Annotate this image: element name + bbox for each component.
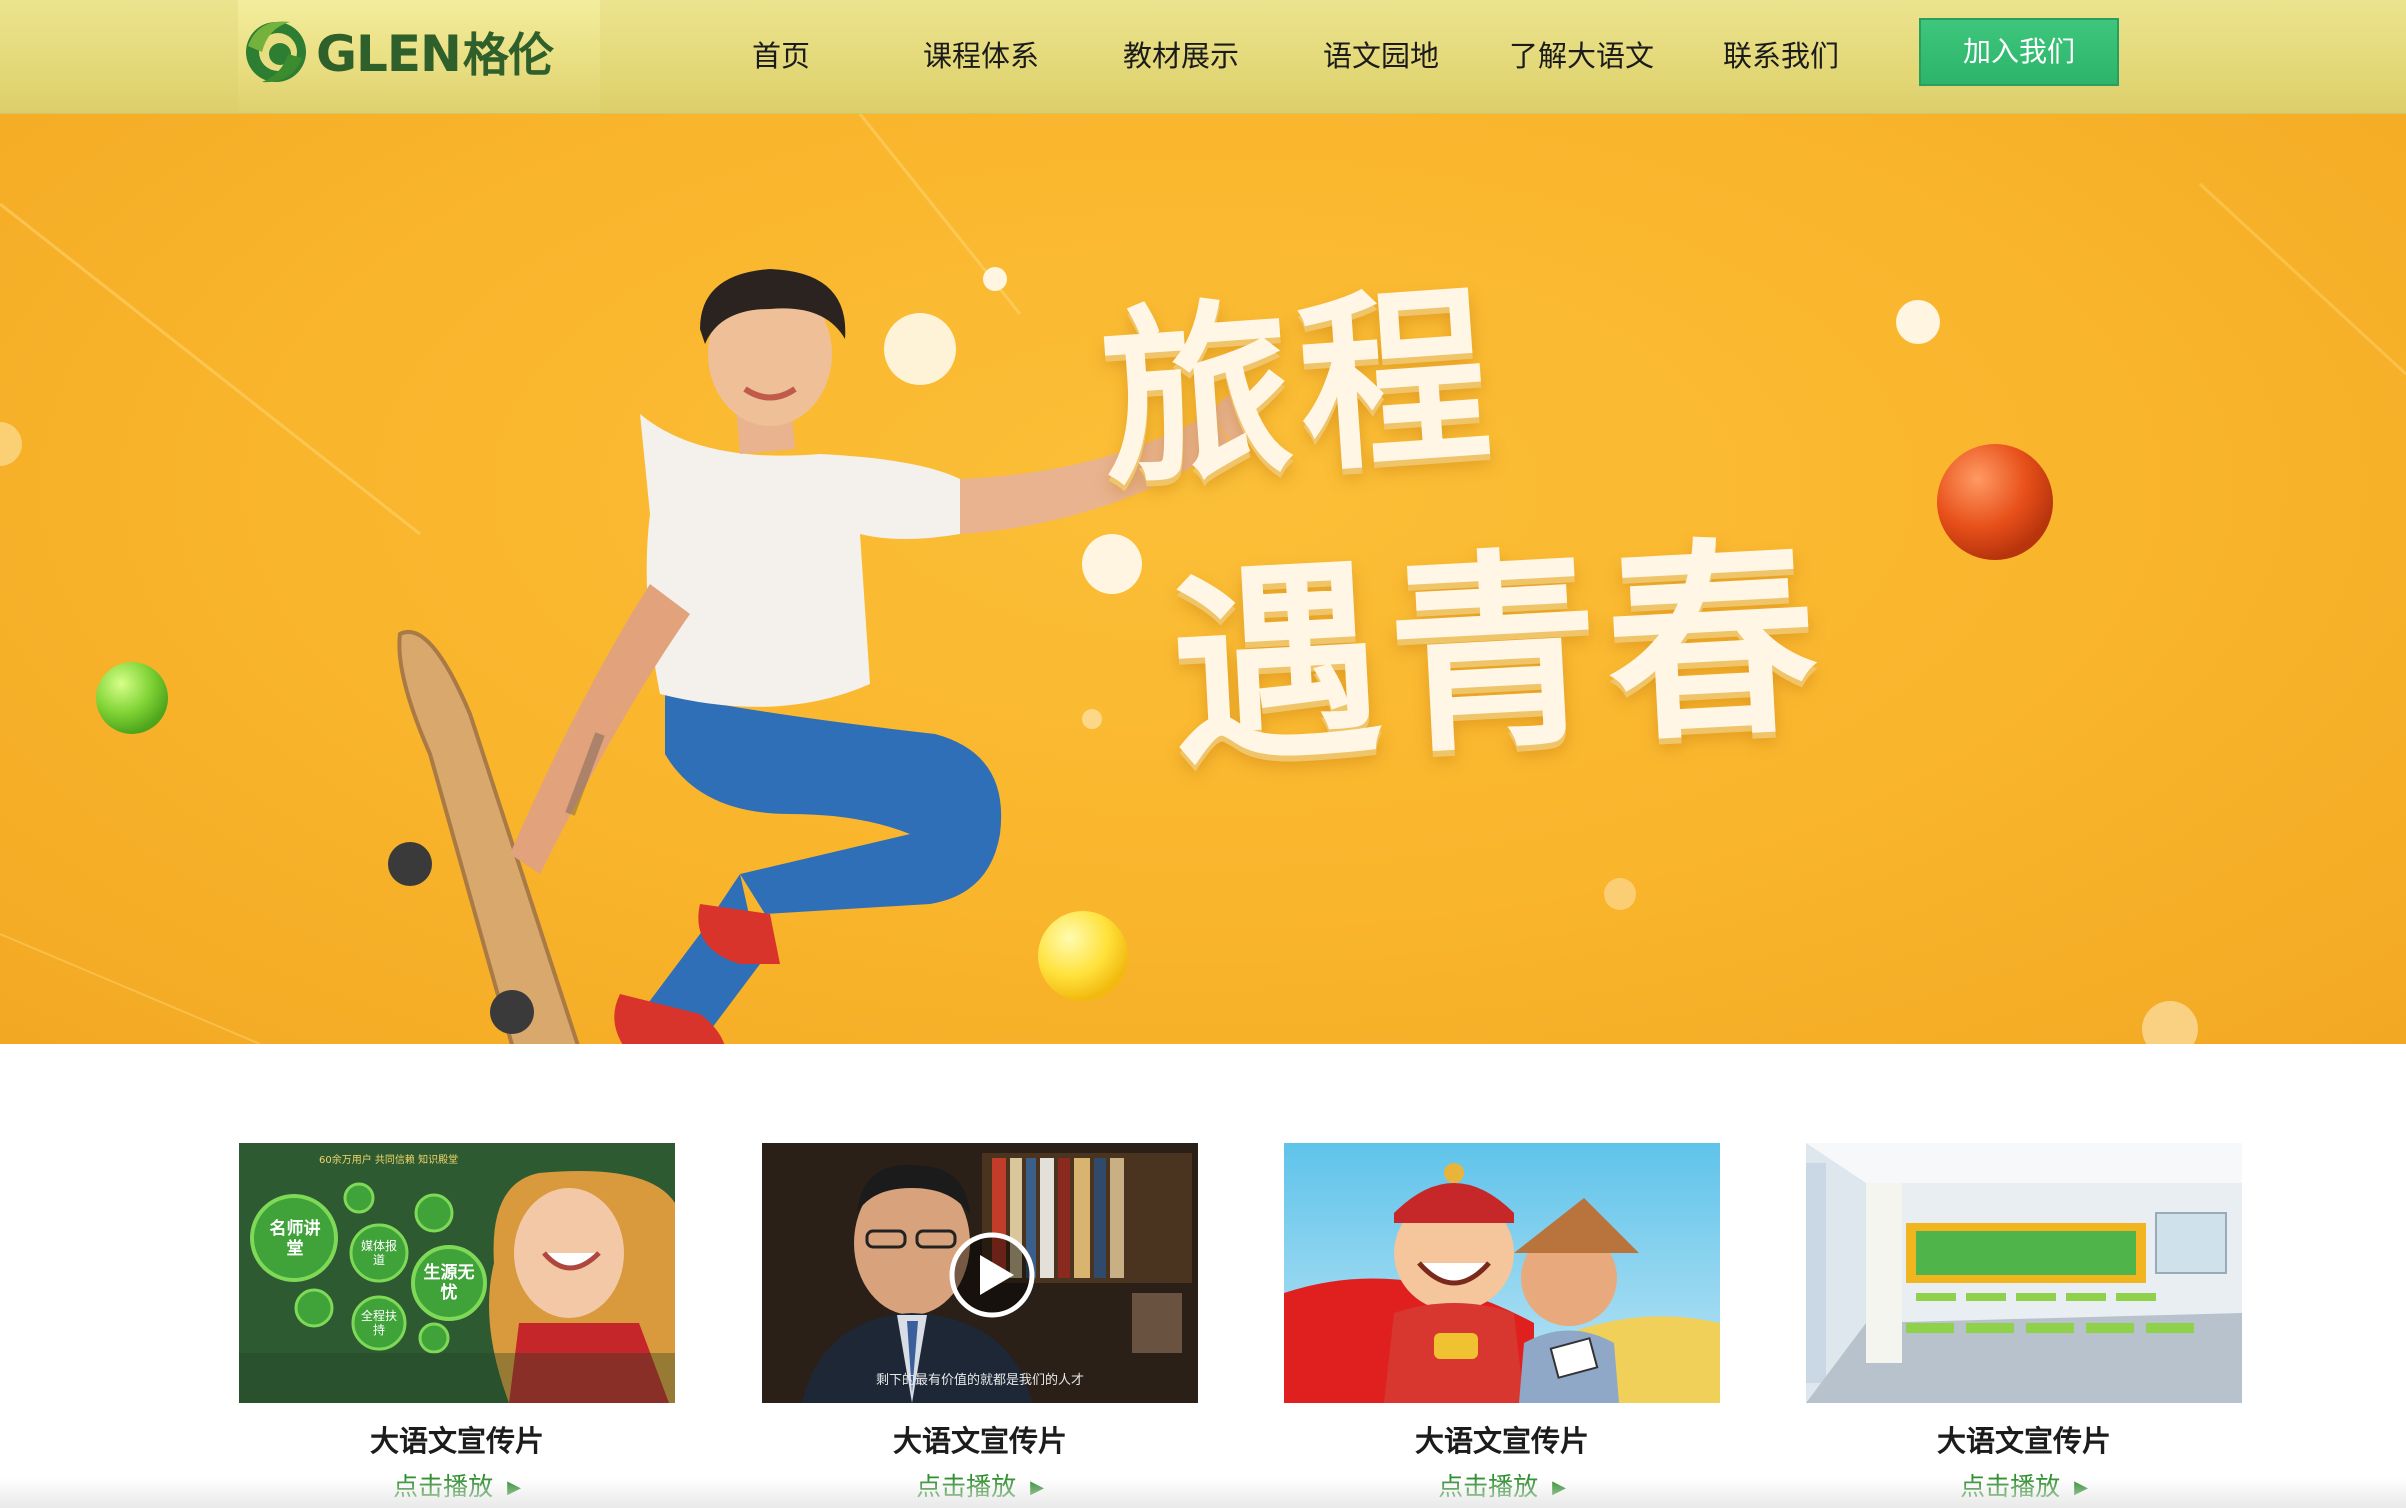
nav-contact[interactable]: 联系我们 xyxy=(1723,34,1839,78)
video-thumbnail[interactable]: 剩下的最有价值的就都是我们的人才 xyxy=(762,1143,1198,1403)
yellow-ball xyxy=(1038,911,1128,1001)
logo-wordmark: GLEN格伦 xyxy=(316,24,554,84)
banner-headline: 旅程 遇青春 xyxy=(1040,154,1920,874)
caret-right-icon: ▶ xyxy=(1030,1477,1044,1498)
thumb-bubble-4: 全程扶持 xyxy=(360,1309,397,1337)
thumb-bubble-3: 生源无忧 xyxy=(423,1263,475,1303)
caret-right-icon: ▶ xyxy=(2074,1477,2088,1498)
logo[interactable]: GLEN格伦 xyxy=(238,0,600,113)
logo-text-en: GLEN xyxy=(316,25,462,83)
play-link-label: 点击播放 xyxy=(1438,1472,1539,1501)
red-ball xyxy=(1937,444,2053,560)
video-thumbnail[interactable] xyxy=(1284,1143,1720,1403)
play-link[interactable]: 点击播放 ▶ xyxy=(1284,1469,1720,1506)
nav-chinese-garden[interactable]: 语文园地 xyxy=(1323,34,1439,78)
nav-textbooks[interactable]: 教材展示 xyxy=(1123,34,1239,78)
banner-headline-line2: 遇青春 xyxy=(1164,513,1831,794)
thumb-banner-text: 60余万用户 共同信赖 知识殿堂 xyxy=(319,1155,459,1166)
nav-courses[interactable]: 课程体系 xyxy=(923,34,1039,78)
hero-banner[interactable]: 旅程 遇青春 xyxy=(0,114,2406,1044)
nav-home[interactable]: 首页 xyxy=(752,34,810,78)
play-link-label: 点击播放 xyxy=(916,1472,1017,1501)
play-link[interactable]: 点击播放 ▶ xyxy=(1806,1469,2242,1506)
play-link-label: 点击播放 xyxy=(393,1472,494,1501)
nav-about[interactable]: 了解大语文 xyxy=(1509,34,1654,78)
video-card-title: 大语文宣传片 xyxy=(1936,1424,2111,1458)
thumb-caption: 剩下的最有价值的就都是我们的人才 xyxy=(875,1373,1084,1388)
join-us-button[interactable]: 加入我们 xyxy=(1919,18,2119,86)
logo-text-cn: 格伦 xyxy=(462,28,554,82)
green-ball xyxy=(96,662,168,734)
thumb-cartoon-characters xyxy=(1284,1143,1720,1403)
video-card-title: 大语文宣传片 xyxy=(369,1424,544,1458)
video-card-title: 大语文宣传片 xyxy=(1414,1424,1589,1458)
video-card-title: 大语文宣传片 xyxy=(892,1424,1067,1458)
thumb-classroom xyxy=(1806,1143,2242,1403)
site-header: GLEN格伦 首页 课程体系 教材展示 语文园地 了解大语文 联系我们 加入我们 xyxy=(0,0,2406,114)
video-thumbnail[interactable] xyxy=(1806,1143,2242,1403)
thumb-bubble-1: 名师讲堂 xyxy=(269,1219,321,1259)
thumb-bubble-2: 媒体报道 xyxy=(360,1239,397,1267)
play-link[interactable]: 点击播放 ▶ xyxy=(762,1469,1198,1506)
caret-right-icon: ▶ xyxy=(507,1477,521,1498)
play-link-label: 点击播放 xyxy=(1960,1472,2061,1501)
logo-swirl-icon xyxy=(246,21,306,83)
caret-right-icon: ▶ xyxy=(1552,1477,1566,1498)
thumb-speaker xyxy=(762,1143,1198,1403)
play-link[interactable]: 点击播放 ▶ xyxy=(239,1469,675,1506)
video-thumbnail[interactable]: 60余万用户 共同信赖 知识殿堂 名师讲堂 媒体报道 生源无忧 全程扶持 xyxy=(239,1143,675,1403)
banner-headline-line1: 旅程 xyxy=(1093,262,1505,513)
